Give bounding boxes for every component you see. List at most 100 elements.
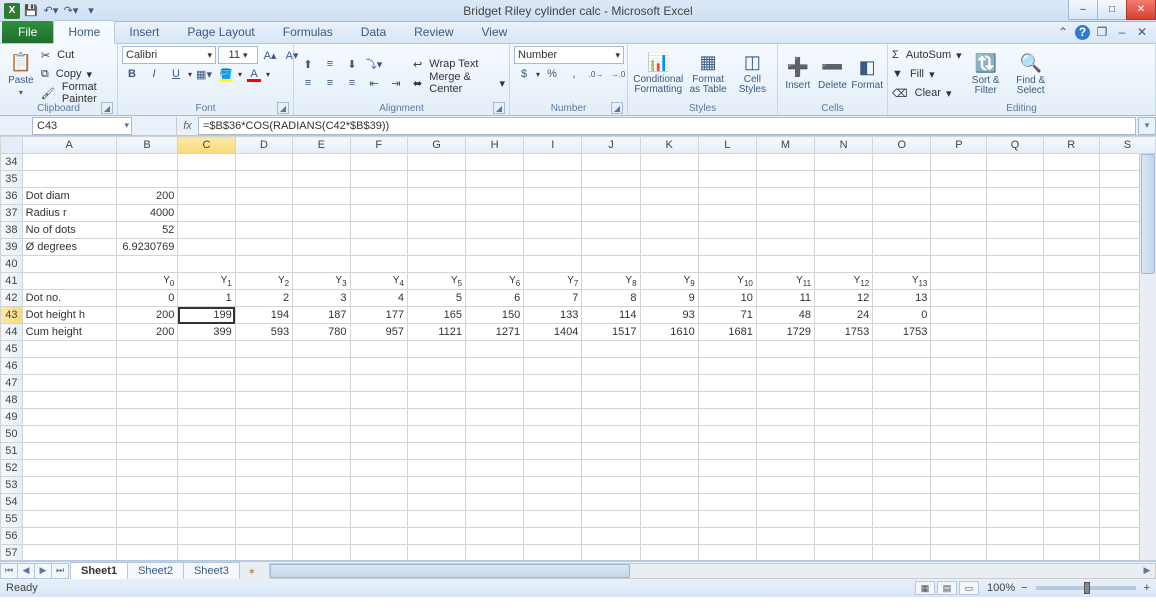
cell-R35[interactable] <box>1043 171 1099 188</box>
row-header-43[interactable]: 43 <box>1 307 23 324</box>
orientation-button[interactable]: ⤵▾ <box>364 55 384 73</box>
cell-D39[interactable] <box>235 239 292 256</box>
cell-K34[interactable] <box>640 154 698 171</box>
cell-I49[interactable] <box>524 409 582 426</box>
fx-button[interactable]: fx <box>176 117 198 135</box>
cell-J50[interactable] <box>582 426 640 443</box>
cell-Q56[interactable] <box>987 528 1043 545</box>
cell-K42[interactable]: 9 <box>640 290 698 307</box>
align-middle-button[interactable]: ≡ <box>320 55 340 73</box>
cell-K50[interactable] <box>640 426 698 443</box>
cell-I34[interactable] <box>524 154 582 171</box>
cell-B51[interactable] <box>116 443 178 460</box>
cell-N44[interactable]: 1753 <box>815 324 873 341</box>
cell-I51[interactable] <box>524 443 582 460</box>
cell-I36[interactable] <box>524 188 582 205</box>
cell-K55[interactable] <box>640 511 698 528</box>
cell-L35[interactable] <box>698 171 756 188</box>
cell-D48[interactable] <box>235 392 292 409</box>
cell-G54[interactable] <box>407 494 465 511</box>
cell-K57[interactable] <box>640 545 698 561</box>
cell-J52[interactable] <box>582 460 640 477</box>
cell-F35[interactable] <box>350 171 407 188</box>
tab-view[interactable]: View <box>468 21 522 43</box>
cell-M55[interactable] <box>756 511 814 528</box>
autosum-button[interactable]: Σ AutoSum ▾ <box>892 46 962 64</box>
cell-D42[interactable]: 2 <box>235 290 292 307</box>
cell-R55[interactable] <box>1043 511 1099 528</box>
cell-E48[interactable] <box>293 392 350 409</box>
cell-C50[interactable] <box>178 426 235 443</box>
bold-button[interactable]: B <box>122 65 142 83</box>
page-layout-view-button[interactable]: ▤ <box>937 581 957 595</box>
cell-A37[interactable]: Radius r <box>22 205 116 222</box>
cell-O44[interactable]: 1753 <box>873 324 931 341</box>
cell-N35[interactable] <box>815 171 873 188</box>
cell-C39[interactable] <box>178 239 235 256</box>
row-header-52[interactable]: 52 <box>1 460 23 477</box>
cell-K38[interactable] <box>640 222 698 239</box>
cell-N41[interactable]: Y12 <box>815 273 873 290</box>
cell-B46[interactable] <box>116 358 178 375</box>
cell-M43[interactable]: 48 <box>756 307 814 324</box>
cell-K51[interactable] <box>640 443 698 460</box>
cell-P47[interactable] <box>931 375 987 392</box>
qat-more-icon[interactable]: ▾ <box>82 2 100 20</box>
cell-K35[interactable] <box>640 171 698 188</box>
col-header-C[interactable]: C <box>178 137 235 154</box>
cell-N56[interactable] <box>815 528 873 545</box>
redo-icon[interactable]: ↷▾ <box>62 2 80 20</box>
minimize-button[interactable]: – <box>1068 0 1098 20</box>
cell-G39[interactable] <box>407 239 465 256</box>
cell-K56[interactable] <box>640 528 698 545</box>
cell-C38[interactable] <box>178 222 235 239</box>
cell-D43[interactable]: 194 <box>235 307 292 324</box>
tab-home[interactable]: Home <box>53 20 115 44</box>
cell-N45[interactable] <box>815 341 873 358</box>
row-header-54[interactable]: 54 <box>1 494 23 511</box>
cell-L54[interactable] <box>698 494 756 511</box>
cell-Q36[interactable] <box>987 188 1043 205</box>
cell-Q50[interactable] <box>987 426 1043 443</box>
cell-D56[interactable] <box>235 528 292 545</box>
cell-C49[interactable] <box>178 409 235 426</box>
cell-F51[interactable] <box>350 443 407 460</box>
cell-R42[interactable] <box>1043 290 1099 307</box>
cell-H57[interactable] <box>466 545 524 561</box>
cell-Q45[interactable] <box>987 341 1043 358</box>
select-all-corner[interactable] <box>1 137 23 154</box>
cell-N38[interactable] <box>815 222 873 239</box>
cell-M36[interactable] <box>756 188 814 205</box>
find-select-button[interactable]: 🔍Find & Select <box>1010 47 1052 101</box>
cell-D54[interactable] <box>235 494 292 511</box>
cell-R44[interactable] <box>1043 324 1099 341</box>
row-header-35[interactable]: 35 <box>1 171 23 188</box>
cell-O47[interactable] <box>873 375 931 392</box>
cell-F37[interactable] <box>350 205 407 222</box>
cell-H36[interactable] <box>466 188 524 205</box>
cell-M53[interactable] <box>756 477 814 494</box>
cell-O37[interactable] <box>873 205 931 222</box>
cell-P54[interactable] <box>931 494 987 511</box>
cell-O56[interactable] <box>873 528 931 545</box>
cell-C54[interactable] <box>178 494 235 511</box>
cell-D34[interactable] <box>235 154 292 171</box>
cell-K36[interactable] <box>640 188 698 205</box>
cell-O42[interactable]: 13 <box>873 290 931 307</box>
cell-R40[interactable] <box>1043 256 1099 273</box>
cell-L49[interactable] <box>698 409 756 426</box>
cell-R45[interactable] <box>1043 341 1099 358</box>
cell-B45[interactable] <box>116 341 178 358</box>
cell-F55[interactable] <box>350 511 407 528</box>
cell-E41[interactable]: Y3 <box>293 273 350 290</box>
mdi-minimize-icon[interactable]: – <box>1114 24 1130 40</box>
cell-N37[interactable] <box>815 205 873 222</box>
cell-P53[interactable] <box>931 477 987 494</box>
cell-G52[interactable] <box>407 460 465 477</box>
cell-N57[interactable] <box>815 545 873 561</box>
cell-M54[interactable] <box>756 494 814 511</box>
cell-Q51[interactable] <box>987 443 1043 460</box>
cell-Q53[interactable] <box>987 477 1043 494</box>
cell-Q37[interactable] <box>987 205 1043 222</box>
align-bottom-button[interactable]: ⬇ <box>342 55 362 73</box>
